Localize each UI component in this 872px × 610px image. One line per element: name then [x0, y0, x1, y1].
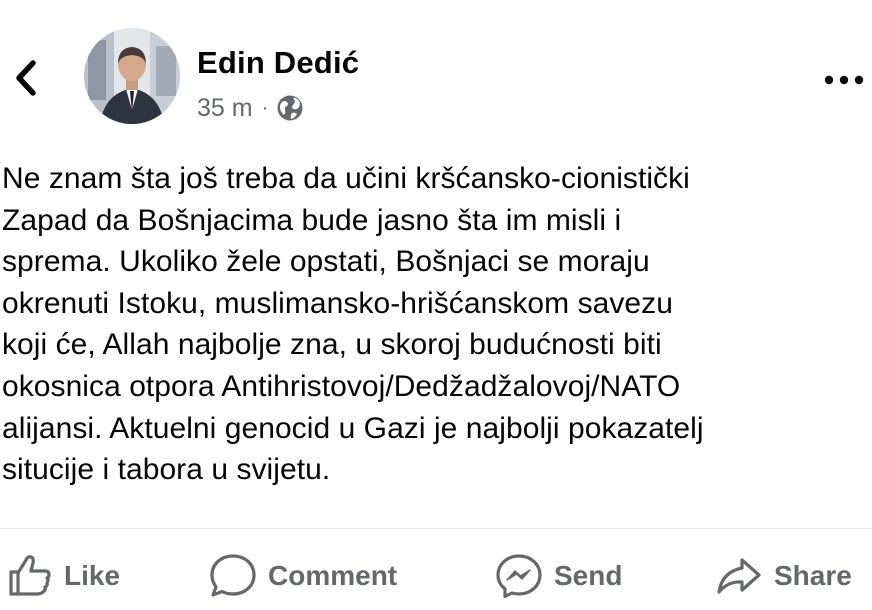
share-icon [717, 558, 761, 594]
comment-label: Comment [268, 560, 398, 591]
chevron-left-icon [16, 60, 36, 96]
send-label: Send [554, 560, 623, 591]
like-button[interactable]: Like [6, 545, 120, 607]
globe-icon [277, 95, 303, 121]
messenger-icon [496, 554, 542, 599]
like-icon [9, 555, 51, 596]
comment-icon [210, 554, 256, 597]
author-name[interactable]: Edin Dedić [197, 45, 359, 81]
meta-separator: · [261, 96, 269, 119]
comment-button[interactable]: Comment [208, 545, 397, 607]
divider [0, 528, 872, 529]
post-screen: Edin Dedić 35 m · Ne znam šta još treba … [0, 0, 872, 610]
more-horizontal-icon [824, 75, 864, 85]
back-button[interactable] [6, 52, 46, 104]
more-options-button[interactable] [816, 62, 872, 98]
share-button[interactable]: Share [714, 545, 852, 607]
like-label: Like [64, 560, 121, 591]
profile-photo [84, 28, 180, 124]
post-timestamp[interactable]: 35 m [197, 94, 253, 123]
send-button[interactable]: Send [494, 545, 622, 607]
post-meta: 35 m · [197, 91, 304, 125]
post-text: Ne znam šta još treba da učini kršćansko… [2, 162, 704, 487]
avatar[interactable] [84, 28, 180, 124]
share-label: Share [774, 560, 852, 591]
post-actions-bar: Like Comment Send Share [0, 545, 872, 607]
